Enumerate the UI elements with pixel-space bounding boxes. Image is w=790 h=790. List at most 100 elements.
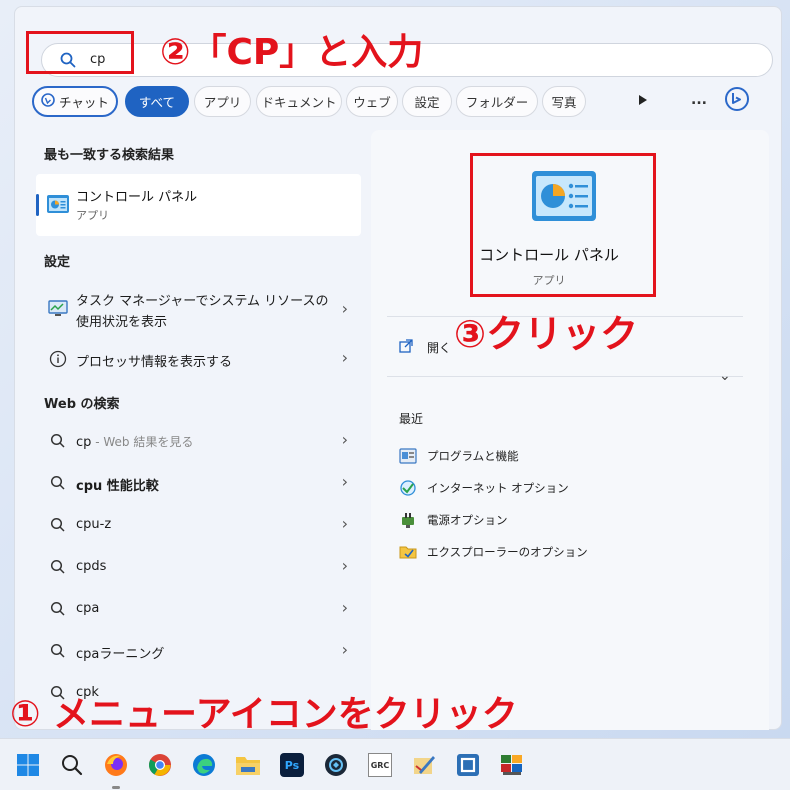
- tab-apps[interactable]: アプリ: [194, 86, 251, 117]
- settings-item-label: タスク マネージャーでシステム リソースの 使用状況を表示: [76, 291, 329, 333]
- web-search-item[interactable]: cpu 性能比較 ›: [36, 463, 362, 503]
- best-match-title: コントロール パネル: [76, 190, 198, 205]
- open-label: 開く: [427, 341, 452, 355]
- app-icon[interactable]: GRC: [366, 751, 394, 779]
- programs-features-icon: [399, 447, 417, 465]
- recent-item[interactable]: インターネット オプション: [399, 476, 729, 500]
- firefox-icon[interactable]: [102, 751, 130, 779]
- chevron-down-icon[interactable]: ⌄: [719, 368, 731, 384]
- bing-icon: [724, 86, 750, 116]
- best-match-subtitle: アプリ: [76, 209, 109, 222]
- settings-header: 設定: [44, 255, 71, 270]
- search-icon: [48, 599, 68, 619]
- open-external-icon: [399, 338, 413, 357]
- web-search-label: cp - Web 結果を見る: [76, 433, 193, 450]
- web-search-item[interactable]: cpds ›: [36, 547, 362, 587]
- tab-documents[interactable]: ドキュメント: [256, 86, 342, 117]
- web-search-item[interactable]: cpa ›: [36, 589, 362, 629]
- settings-item-processor-info[interactable]: プロセッサ情報を表示する ›: [36, 339, 362, 379]
- divider: [387, 376, 743, 377]
- web-search-header: Web の検索: [44, 397, 120, 412]
- settings-item-task-manager[interactable]: タスク マネージャーでシステム リソースの 使用状況を表示 ›: [36, 286, 362, 334]
- edge-icon[interactable]: [190, 751, 218, 779]
- recent-item-label: インターネット オプション: [427, 481, 569, 495]
- file-explorer-icon[interactable]: [234, 751, 262, 779]
- more-label: ...: [691, 92, 707, 108]
- tab-chat[interactable]: チャット: [32, 86, 118, 117]
- windows-start-icon[interactable]: [14, 751, 42, 779]
- play-icon: [638, 94, 648, 110]
- annotation-step3: ③クリック: [454, 312, 639, 356]
- best-match-control-panel[interactable]: コントロール パネル アプリ: [36, 174, 361, 236]
- web-search-item[interactable]: cp - Web 結果を見る ›: [36, 421, 362, 461]
- annotation-step2: ②「CP」と入力: [160, 32, 424, 73]
- web-search-label: cpaラーニング: [76, 647, 165, 662]
- tab-photos[interactable]: 写真: [542, 86, 586, 117]
- chevron-right-icon: ›: [341, 348, 348, 367]
- search-icon: [48, 641, 68, 661]
- power-options-icon: [399, 511, 417, 529]
- web-search-label: cpds: [76, 559, 107, 574]
- app-icon[interactable]: [322, 751, 350, 779]
- info-icon: [48, 349, 68, 369]
- bing-button[interactable]: [722, 86, 752, 116]
- search-icon[interactable]: [58, 751, 86, 779]
- taskbar: Ps GRC: [0, 738, 790, 790]
- search-icon: [48, 515, 68, 535]
- settings-item-label: プロセッサ情報を表示する: [76, 355, 233, 370]
- recent-item[interactable]: エクスプローラーのオプション: [399, 540, 729, 564]
- highlight-search-box: [26, 31, 134, 74]
- play-more-tabs-button[interactable]: [632, 92, 654, 112]
- app-icon[interactable]: [454, 751, 482, 779]
- chevron-right-icon: ›: [341, 299, 348, 318]
- app-icon[interactable]: [498, 751, 526, 779]
- chevron-right-icon: ›: [341, 514, 348, 533]
- chevron-right-icon: ›: [341, 472, 348, 491]
- control-panel-icon: [46, 192, 70, 220]
- photoshop-icon[interactable]: Ps: [278, 751, 306, 779]
- settings-item-line2: 使用状況を表示: [76, 315, 168, 330]
- chevron-right-icon: ›: [341, 430, 348, 449]
- tab-label: フォルダー: [465, 95, 529, 110]
- web-search-item[interactable]: cpu-z ›: [36, 505, 362, 545]
- tab-label: チャット: [59, 95, 109, 110]
- recent-item-label: プログラムと機能: [427, 449, 519, 463]
- web-search-label: cpu 性能比較: [76, 479, 159, 494]
- web-search-query: cp: [76, 435, 92, 450]
- recent-item[interactable]: 電源オプション: [399, 508, 729, 532]
- bing-chat-icon: [41, 93, 55, 110]
- tab-label: すべて: [138, 95, 176, 110]
- search-icon: [48, 557, 68, 577]
- settings-item-line1: タスク マネージャーでシステム リソースの: [76, 294, 329, 309]
- highlight-control-panel: [470, 153, 656, 297]
- recent-item[interactable]: プログラムと機能: [399, 444, 729, 468]
- tab-label: ウェブ: [353, 95, 391, 110]
- running-indicator: [112, 786, 120, 789]
- best-match-header: 最も一致する検索結果: [44, 148, 175, 163]
- web-search-item[interactable]: cpaラーニング ›: [36, 631, 362, 671]
- web-search-label: cpu-z: [76, 517, 112, 532]
- internet-options-icon: [399, 479, 417, 497]
- tab-folders[interactable]: フォルダー: [456, 86, 538, 117]
- chevron-right-icon: ›: [341, 598, 348, 617]
- chevron-right-icon: ›: [341, 640, 348, 659]
- chrome-icon[interactable]: [146, 751, 174, 779]
- web-search-label: cpa: [76, 601, 100, 616]
- tab-settings[interactable]: 設定: [402, 86, 452, 117]
- search-icon: [48, 431, 68, 451]
- tab-all[interactable]: すべて: [125, 86, 189, 117]
- tab-label: アプリ: [203, 95, 242, 110]
- web-search-suffix: - Web 結果を見る: [91, 435, 194, 449]
- more-options-button[interactable]: ...: [686, 88, 712, 112]
- annotation-step1: ① メニューアイコンをクリック: [10, 694, 518, 735]
- recent-item-label: エクスプローラーのオプション: [427, 545, 588, 559]
- recent-header: 最近: [399, 412, 424, 426]
- tab-label: 写真: [551, 95, 577, 110]
- task-manager-icon: [48, 299, 68, 319]
- search-icon: [48, 473, 68, 493]
- chevron-right-icon: ›: [341, 556, 348, 575]
- grc-label: GRC: [368, 753, 392, 777]
- tab-web[interactable]: ウェブ: [346, 86, 398, 117]
- app-icon[interactable]: [410, 751, 438, 779]
- photoshop-label: Ps: [280, 753, 304, 777]
